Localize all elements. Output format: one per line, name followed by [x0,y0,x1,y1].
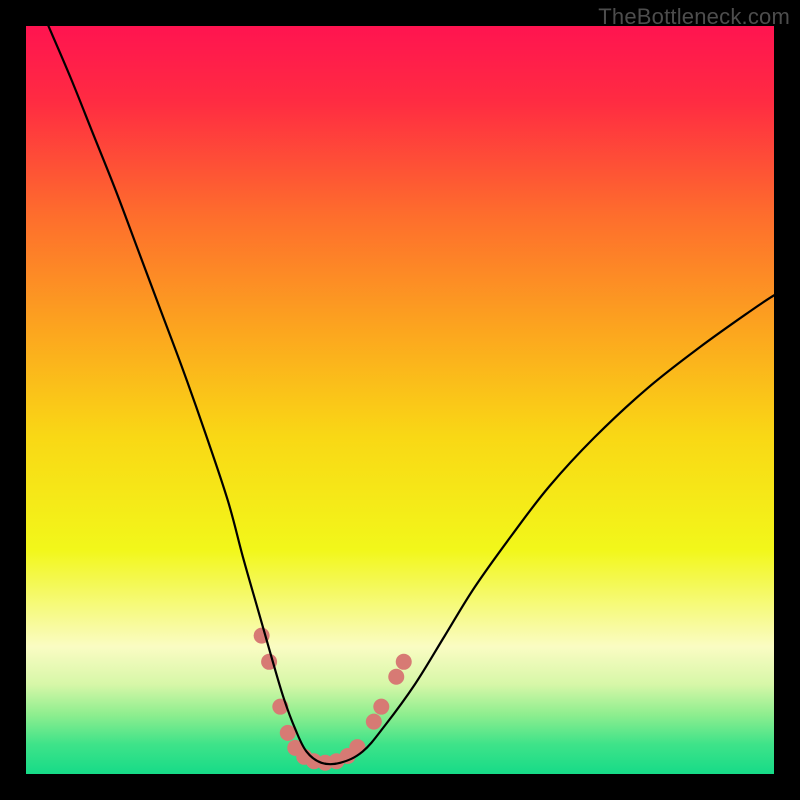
highlight-marker [373,699,389,715]
highlight-marker [388,669,404,685]
chart-svg [26,26,774,774]
highlight-marker [366,714,382,730]
plot-area [26,26,774,774]
highlight-marker [396,654,412,670]
outer-frame: TheBottleneck.com [0,0,800,800]
watermark-text: TheBottleneck.com [598,4,790,30]
